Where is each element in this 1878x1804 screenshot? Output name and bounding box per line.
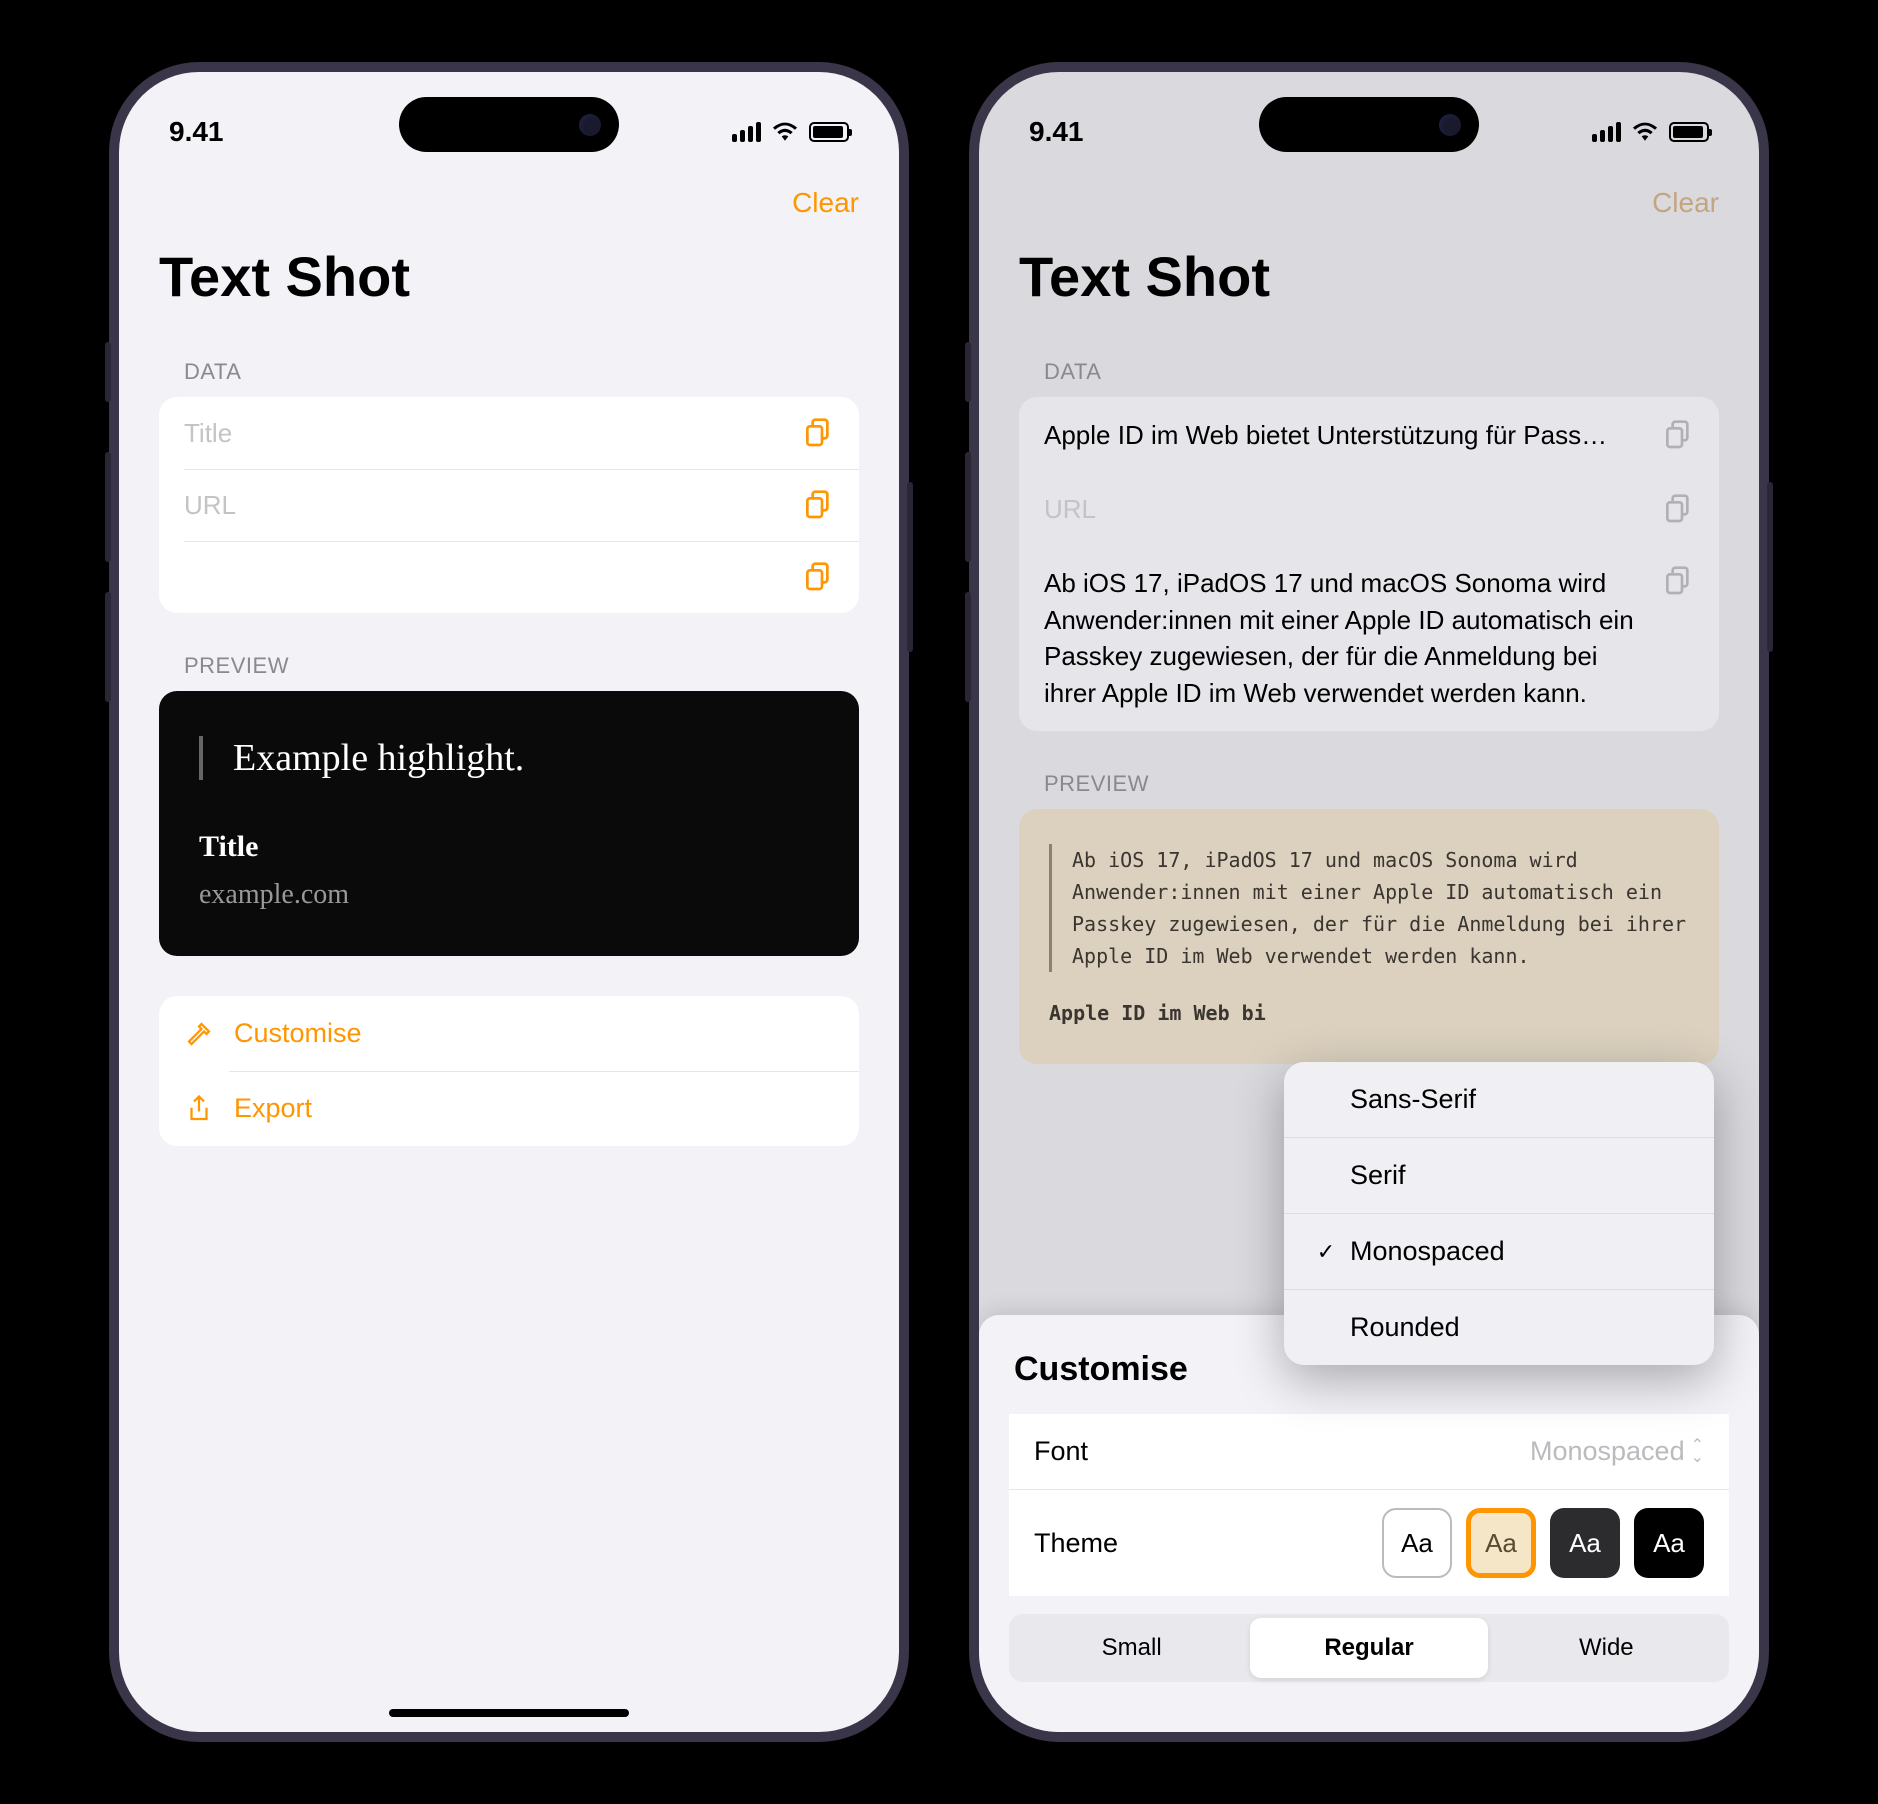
paste-from-clipboard-icon[interactable] <box>802 417 834 449</box>
theme-swatch-light[interactable]: Aa <box>1382 1508 1452 1578</box>
preview-quote: Example highlight. <box>199 736 819 780</box>
preview-section-header: PREVIEW <box>159 613 859 691</box>
preview-card: Example highlight. Title example.com <box>159 691 859 956</box>
title-input[interactable] <box>184 418 787 449</box>
font-option-serif[interactable]: Serif <box>1284 1137 1714 1213</box>
font-option-rounded[interactable]: Rounded <box>1284 1289 1714 1365</box>
customise-sheet: Customise Font Monospaced ⌃⌄ Theme Aa Aa… <box>979 1315 1759 1732</box>
font-option-sans[interactable]: Sans-Serif <box>1284 1062 1714 1137</box>
preview-title: Apple ID im Web bi <box>1049 997 1689 1029</box>
theme-row: Theme Aa Aa Aa Aa <box>1009 1489 1729 1596</box>
data-section-header: DATA <box>1019 339 1719 397</box>
url-input[interactable] <box>184 490 787 521</box>
paste-from-clipboard-icon[interactable] <box>802 561 834 593</box>
phone-mute-switch <box>105 342 111 402</box>
data-card <box>159 397 859 613</box>
customise-label: Customise <box>234 1018 362 1049</box>
paste-from-clipboard-icon[interactable] <box>1662 493 1694 525</box>
data-section-header: DATA <box>159 339 859 397</box>
phone-vol-up <box>105 452 111 562</box>
dynamic-island <box>399 97 619 152</box>
font-label: Font <box>1034 1436 1088 1467</box>
phone-vol-down <box>965 592 971 702</box>
preview-quote: Ab iOS 17, iPadOS 17 und macOS Sonoma wi… <box>1049 844 1689 972</box>
title-input[interactable]: Apple ID im Web bietet Unterstützung für… <box>1044 417 1647 453</box>
phone-left: 9.41 Clear Text Shot DATA <box>109 62 909 1742</box>
phone-power <box>907 482 913 652</box>
page-title: Text Shot <box>119 234 899 339</box>
customise-button[interactable]: Customise <box>159 996 859 1071</box>
share-icon <box>184 1094 214 1124</box>
font-selected-value: Monospaced <box>1530 1436 1685 1467</box>
phone-right: 9.41 Clear Text Shot DATA Apple ID im We… <box>969 62 1769 1742</box>
actions-card: Customise Export <box>159 996 859 1146</box>
clear-button[interactable]: Clear <box>792 187 859 219</box>
battery-icon <box>1669 122 1709 142</box>
body-input[interactable] <box>184 562 787 593</box>
aspect-segment: Small Regular Wide <box>1009 1614 1729 1682</box>
theme-swatch-dark[interactable]: Aa <box>1550 1508 1620 1578</box>
aspect-small[interactable]: Small <box>1013 1618 1250 1678</box>
paste-from-clipboard-icon[interactable] <box>802 489 834 521</box>
wifi-icon <box>771 121 799 143</box>
theme-swatch-black[interactable]: Aa <box>1634 1508 1704 1578</box>
font-row[interactable]: Font Monospaced ⌃⌄ <box>1009 1414 1729 1489</box>
phone-power <box>1767 482 1773 652</box>
theme-label: Theme <box>1034 1528 1118 1559</box>
checkmark-icon: ✓ <box>1314 1239 1338 1265</box>
export-label: Export <box>234 1093 312 1124</box>
theme-swatch-cream[interactable]: Aa <box>1466 1508 1536 1578</box>
export-button[interactable]: Export <box>159 1071 859 1146</box>
paste-from-clipboard-icon[interactable] <box>1662 419 1694 451</box>
status-time: 9.41 <box>1029 116 1084 148</box>
paste-from-clipboard-icon[interactable] <box>1662 565 1694 597</box>
phone-vol-up <box>965 452 971 562</box>
phone-mute-switch <box>965 342 971 402</box>
battery-icon <box>809 122 849 142</box>
url-input[interactable] <box>1044 494 1647 525</box>
font-menu-popover: Sans-Serif Serif ✓ Monospaced Rounded <box>1284 1062 1714 1365</box>
dynamic-island <box>1259 97 1479 152</box>
chevron-up-down-icon: ⌃⌄ <box>1691 1440 1704 1462</box>
phone-vol-down <box>105 592 111 702</box>
clear-button[interactable]: Clear <box>1652 187 1719 219</box>
body-input[interactable]: Ab iOS 17, iPadOS 17 und macOS Sonoma wi… <box>1044 565 1647 711</box>
font-option-mono[interactable]: ✓ Monospaced <box>1284 1213 1714 1289</box>
aspect-regular[interactable]: Regular <box>1250 1618 1487 1678</box>
preview-section-header: PREVIEW <box>1019 731 1719 809</box>
data-card: Apple ID im Web bietet Unterstützung für… <box>1019 397 1719 731</box>
preview-url: example.com <box>199 879 819 911</box>
page-title: Text Shot <box>979 234 1759 339</box>
preview-title: Title <box>199 830 819 864</box>
status-time: 9.41 <box>169 116 224 148</box>
aspect-wide[interactable]: Wide <box>1488 1618 1725 1678</box>
home-indicator[interactable] <box>389 1709 629 1717</box>
signal-icon <box>1592 122 1621 142</box>
hammer-icon <box>184 1019 214 1049</box>
wifi-icon <box>1631 121 1659 143</box>
preview-card: Ab iOS 17, iPadOS 17 und macOS Sonoma wi… <box>1019 809 1719 1064</box>
signal-icon <box>732 122 761 142</box>
